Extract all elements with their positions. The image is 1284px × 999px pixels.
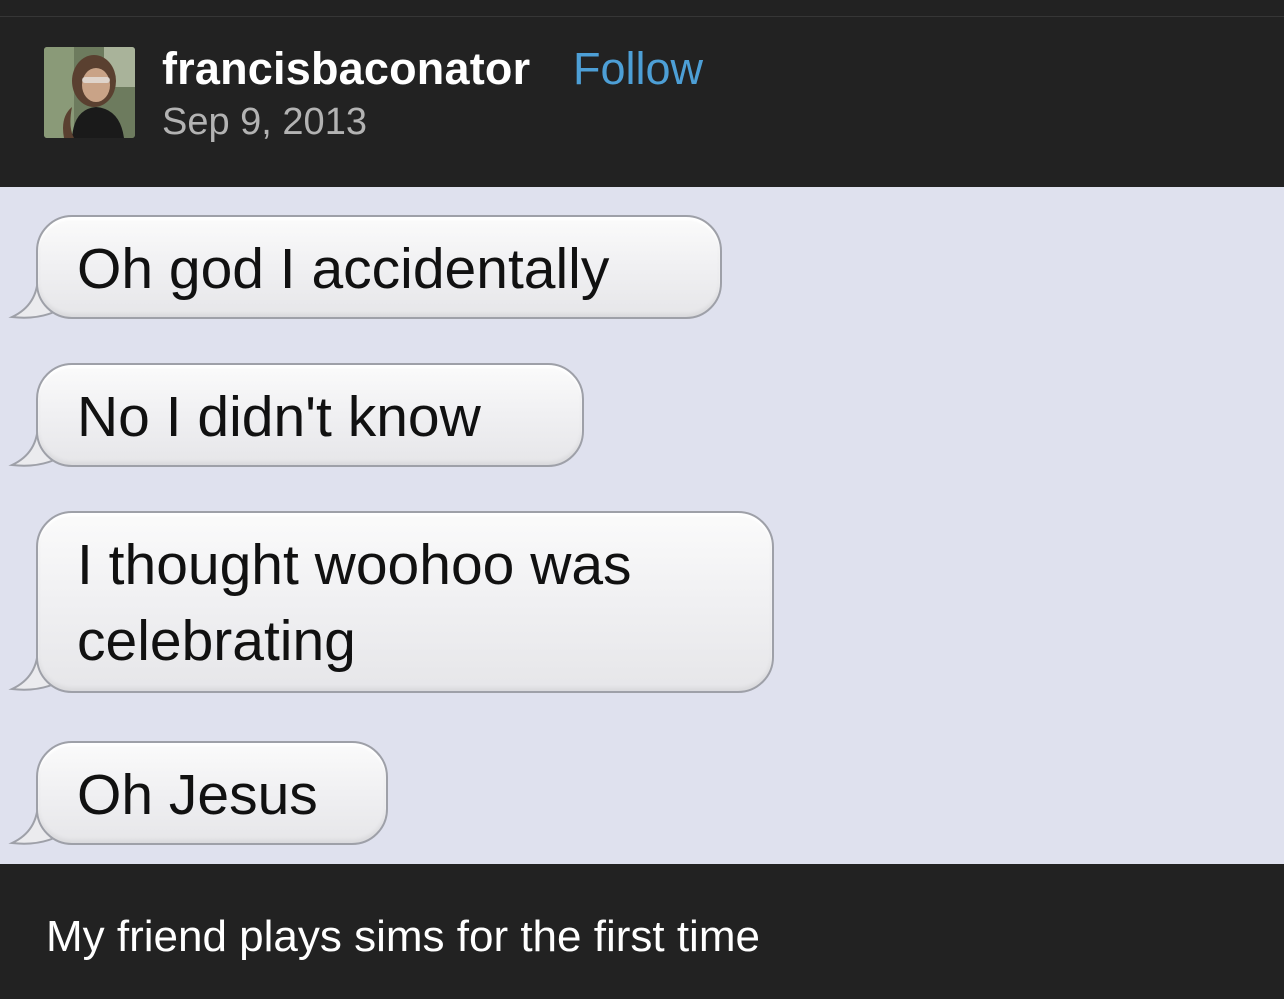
post-caption: My friend plays sims for the first time <box>46 912 760 961</box>
post-header: francisbaconator Follow Sep 9, 2013 <box>0 17 1284 187</box>
message-image: Oh god I accidentally No I didn't know I… <box>0 187 1284 864</box>
message-text: Oh Jesus <box>77 763 318 827</box>
message-text-line-1: I thought woohoo was <box>77 533 632 597</box>
message-text-line-2: celebrating <box>77 609 356 673</box>
username[interactable]: francisbaconator <box>162 43 530 95</box>
avatar[interactable] <box>44 47 135 138</box>
message-text: Oh god I accidentally <box>77 237 610 301</box>
tumblr-post: francisbaconator Follow Sep 9, 2013 Oh g… <box>0 0 1284 999</box>
caption-area: My friend plays sims for the first time <box>0 864 1284 999</box>
message-text: No I didn't know <box>77 385 481 449</box>
follow-button[interactable]: Follow <box>573 43 703 95</box>
post-date[interactable]: Sep 9, 2013 <box>162 101 367 144</box>
